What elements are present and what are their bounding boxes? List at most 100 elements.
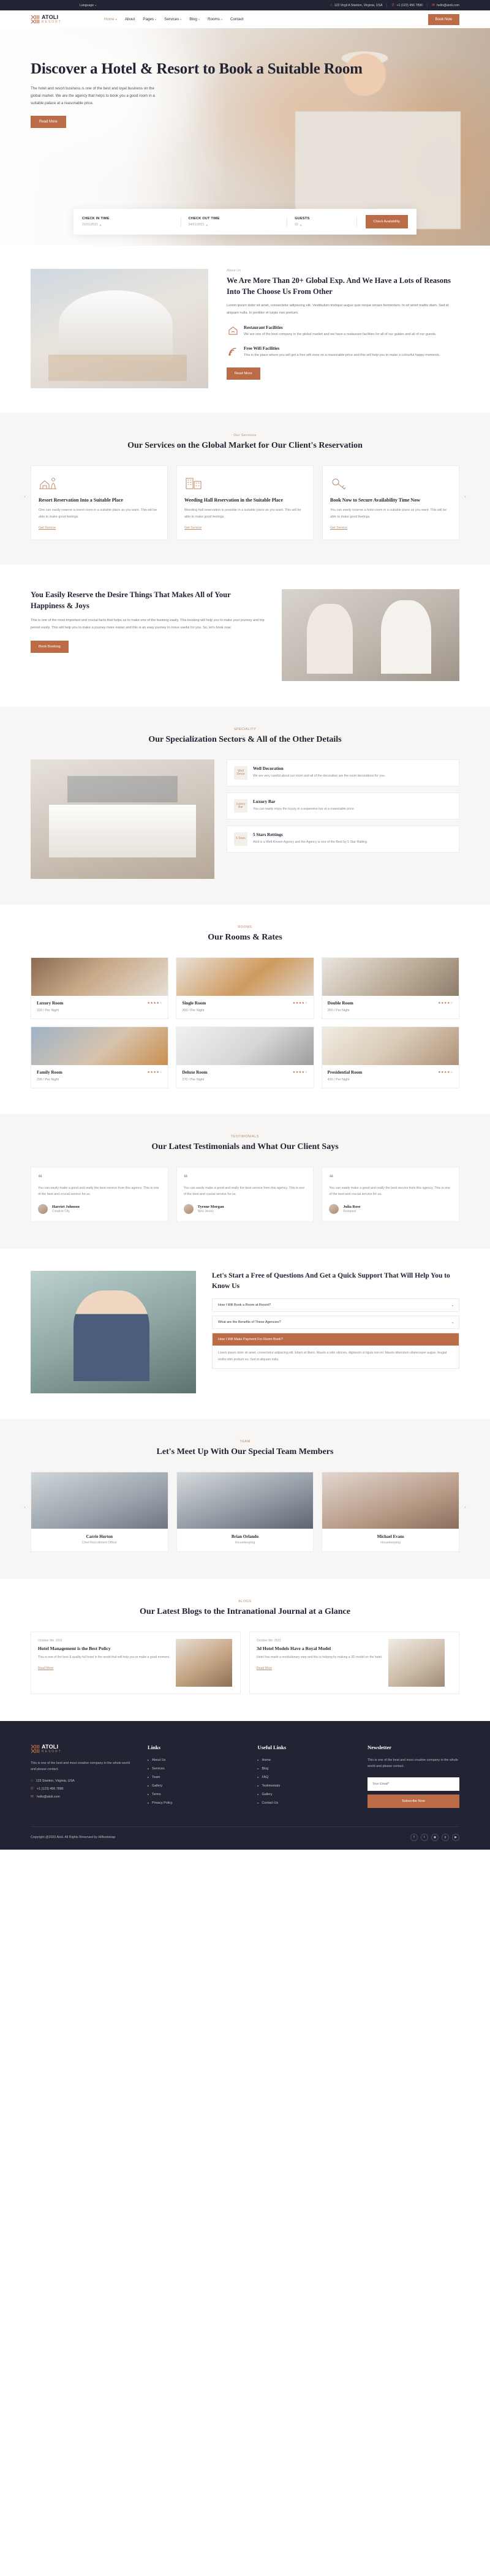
nav-item-blog[interactable]: Blog ▾ (189, 17, 200, 21)
footer-brand-logo[interactable]: ATOLI RESORT (31, 1744, 104, 1753)
reserve-text: This is one of the most important and cr… (31, 619, 265, 630)
check-out-field[interactable]: CHECK OUT TIME 24/01/2021 ▾ (181, 217, 288, 227)
guests-label: GUESTS (295, 217, 310, 220)
youtube-icon[interactable]: ▶ (452, 1834, 459, 1842)
faq-question[interactable]: What are the Benefits of These Agencies?… (213, 1316, 459, 1329)
room-card[interactable]: Family Room ★★★★☆ 290 / Per Night (31, 1026, 169, 1088)
footer-useful-home[interactable]: ▸ Home (258, 1758, 352, 1762)
team-card[interactable]: Carrie Horton Chief Recruitment Officer (31, 1471, 168, 1552)
nav-item-about[interactable]: About (125, 17, 135, 21)
hero-title: Discover a Hotel & Resort to Book a Suit… (31, 61, 363, 77)
twitter-icon[interactable]: t (421, 1834, 428, 1842)
testimonial-text: You can easily make a good and really th… (183, 1186, 305, 1197)
hero-read-more-button[interactable]: Read More (31, 115, 66, 128)
service-link[interactable]: Get Service (184, 526, 202, 530)
footer-link-team[interactable]: ▸ Team (148, 1776, 242, 1779)
reserve-book-button[interactable]: Book Booking (31, 640, 69, 653)
about-image (31, 269, 208, 388)
blog-read-more-link[interactable]: Read More (257, 1666, 272, 1670)
footer-brand-name: ATOLI (42, 1743, 59, 1750)
nav-item-rooms[interactable]: Rooms ▾ (208, 17, 222, 21)
service-link[interactable]: Get Service (330, 526, 347, 530)
services-next-arrow[interactable]: › (461, 493, 469, 501)
book-now-button[interactable]: Book Now (428, 13, 459, 25)
service-card[interactable]: Resort Reservation Into a Suitable Place… (31, 465, 168, 541)
spec-item[interactable]: Luxury Bar Luxury Bar You can easily enj… (227, 793, 459, 819)
newsletter-email-input[interactable] (368, 1777, 459, 1791)
footer-useful-testimonials[interactable]: ▸ Testimonials (258, 1784, 352, 1788)
brand-logo[interactable]: ATOLI RESORT (31, 15, 104, 24)
faq-item[interactable]: How I Will Book a Room at Resort? ▾ (212, 1298, 459, 1312)
bullet-icon: ▸ (257, 1776, 259, 1779)
faq-question[interactable]: How I Will Make Payment For Room Book? ▴ (213, 1333, 459, 1346)
team-member-role: Housekeeping (380, 1540, 401, 1545)
room-card[interactable]: Luxury Room ★★★★☆ 320 / Per Night (31, 957, 169, 1019)
nav-item-home[interactable]: Home ▾ (104, 17, 117, 21)
language-selector[interactable]: Language ▾ (31, 4, 96, 7)
room-unit: Per Night (190, 1077, 205, 1082)
pinterest-icon[interactable]: p (442, 1834, 449, 1842)
footer-useful-blog[interactable]: ▸ Blog (258, 1767, 352, 1771)
chevron-down-icon: ▾ (155, 18, 157, 21)
blog-thumbnail (388, 1638, 445, 1687)
footer-link-about-us[interactable]: ▸ About Us (148, 1758, 242, 1762)
services-prev-arrow[interactable]: ‹ (21, 493, 29, 501)
faq-item[interactable]: How I Will Make Payment For Room Book? ▴… (212, 1333, 459, 1369)
footer-useful-faq[interactable]: ▸ FAQ (258, 1776, 352, 1779)
bullet-icon: ▸ (257, 1767, 259, 1771)
about-title: We Are More Than 20+ Global Exp. And We … (227, 276, 451, 296)
subscribe-now-button[interactable]: Subscribe Now (368, 1795, 459, 1809)
nav-item-pages[interactable]: Pages ▾ (143, 17, 156, 21)
instagram-icon[interactable]: ◉ (431, 1834, 439, 1842)
footer-link-gallery[interactable]: ▸ Gallery (148, 1784, 242, 1788)
team-next-arrow[interactable]: › (461, 1504, 469, 1512)
about-feature-text: This is the place where you will get a f… (244, 353, 440, 358)
testimonial-card: ❝ You can easily make a good and really … (31, 1166, 168, 1222)
check-in-label: CHECK IN TIME (82, 217, 110, 220)
footer-link-privacy-policy[interactable]: ▸ Privacy Policy (148, 1801, 242, 1805)
footer-useful-gallery[interactable]: ▸ Gallery (258, 1793, 352, 1796)
service-card[interactable]: Weeding Hall Reservation in the Suitable… (176, 465, 314, 541)
spec-item-badge: 5 Stars (234, 832, 247, 846)
location-icon: ⌂ (31, 1779, 33, 1783)
service-card[interactable]: Book Now to Secure Availability Time Now… (322, 465, 459, 541)
service-text: You can easily reserve a hotel room in a… (330, 508, 447, 519)
footer-link-terms[interactable]: ▸ Terms (148, 1793, 242, 1796)
facebook-icon[interactable]: f (410, 1834, 418, 1842)
about-eyebrow: About Us (227, 269, 241, 273)
room-card[interactable]: Single Room ★★★★☆ 300 / Per Night (176, 957, 314, 1019)
nav-item-services[interactable]: Services ▾ (164, 17, 181, 21)
room-card[interactable]: Presidential Room ★★★★☆ 420 / Per Night (321, 1026, 459, 1088)
topbar-email[interactable]: ✉ hello@atoli.com (428, 4, 459, 7)
blog-card[interactable]: October 8th, 2021 Hotel Management is th… (31, 1631, 241, 1694)
rooms-eyebrow: ROOMS (238, 925, 252, 929)
room-image (31, 957, 168, 996)
team-member-photo (322, 1472, 459, 1529)
nav-item-contact[interactable]: Contact (230, 17, 244, 21)
faq-question[interactable]: How I Will Book a Room at Resort? ▾ (213, 1299, 459, 1312)
team-prev-arrow[interactable]: ‹ (21, 1504, 29, 1512)
blog-card[interactable]: October 8th, 2021 3d Hotel Models Have a… (249, 1631, 459, 1694)
team-card[interactable]: Michael Evans Housekeeping (322, 1471, 460, 1552)
calendar-icon: ▾ (206, 223, 208, 227)
topbar-phone[interactable]: ✆ +1 (123) 456 7890 (387, 3, 428, 7)
blog-read-more-link[interactable]: Read More (38, 1666, 53, 1670)
check-in-field[interactable]: CHECK IN TIME 21/01/2021 ▾ (82, 217, 181, 227)
spec-item[interactable]: 5 Stars 5 Stars Rettings Atoli is a Well… (227, 826, 459, 853)
team-card[interactable]: Brian Orlando Housekeeping (176, 1471, 314, 1552)
room-card[interactable]: Double Room ★★★★☆ 350 / Per Night (321, 957, 459, 1019)
spec-item[interactable]: Well Decor Well Decoration We are very c… (227, 759, 459, 786)
service-link[interactable]: Get Service (39, 526, 56, 530)
footer-phone[interactable]: ✆ +1 (123) 456 7890 (31, 1787, 132, 1791)
about-read-more-button[interactable]: Read More (227, 367, 260, 380)
service-title: Resort Reservation Into a Suitable Place (39, 497, 123, 503)
check-availability-button[interactable]: Check Availability (365, 215, 408, 228)
room-card[interactable]: Deluxe Room ★★★★☆ 270 / Per Night (176, 1026, 314, 1088)
footer-link-services[interactable]: ▸ Services (148, 1767, 242, 1771)
guests-field[interactable]: GUESTS 02 ▾ (287, 217, 357, 227)
faq-item[interactable]: What are the Benefits of These Agencies?… (212, 1316, 459, 1330)
footer-useful-contact-us[interactable]: ▸ Contact Us (258, 1801, 352, 1805)
chevron-up-icon: ▴ (451, 1338, 453, 1341)
footer-email[interactable]: ✉ hello@atoli.com (31, 1795, 132, 1799)
main-nav: Home ▾ About Pages ▾ Services ▾ Blog ▾ Rooms… (104, 17, 244, 21)
